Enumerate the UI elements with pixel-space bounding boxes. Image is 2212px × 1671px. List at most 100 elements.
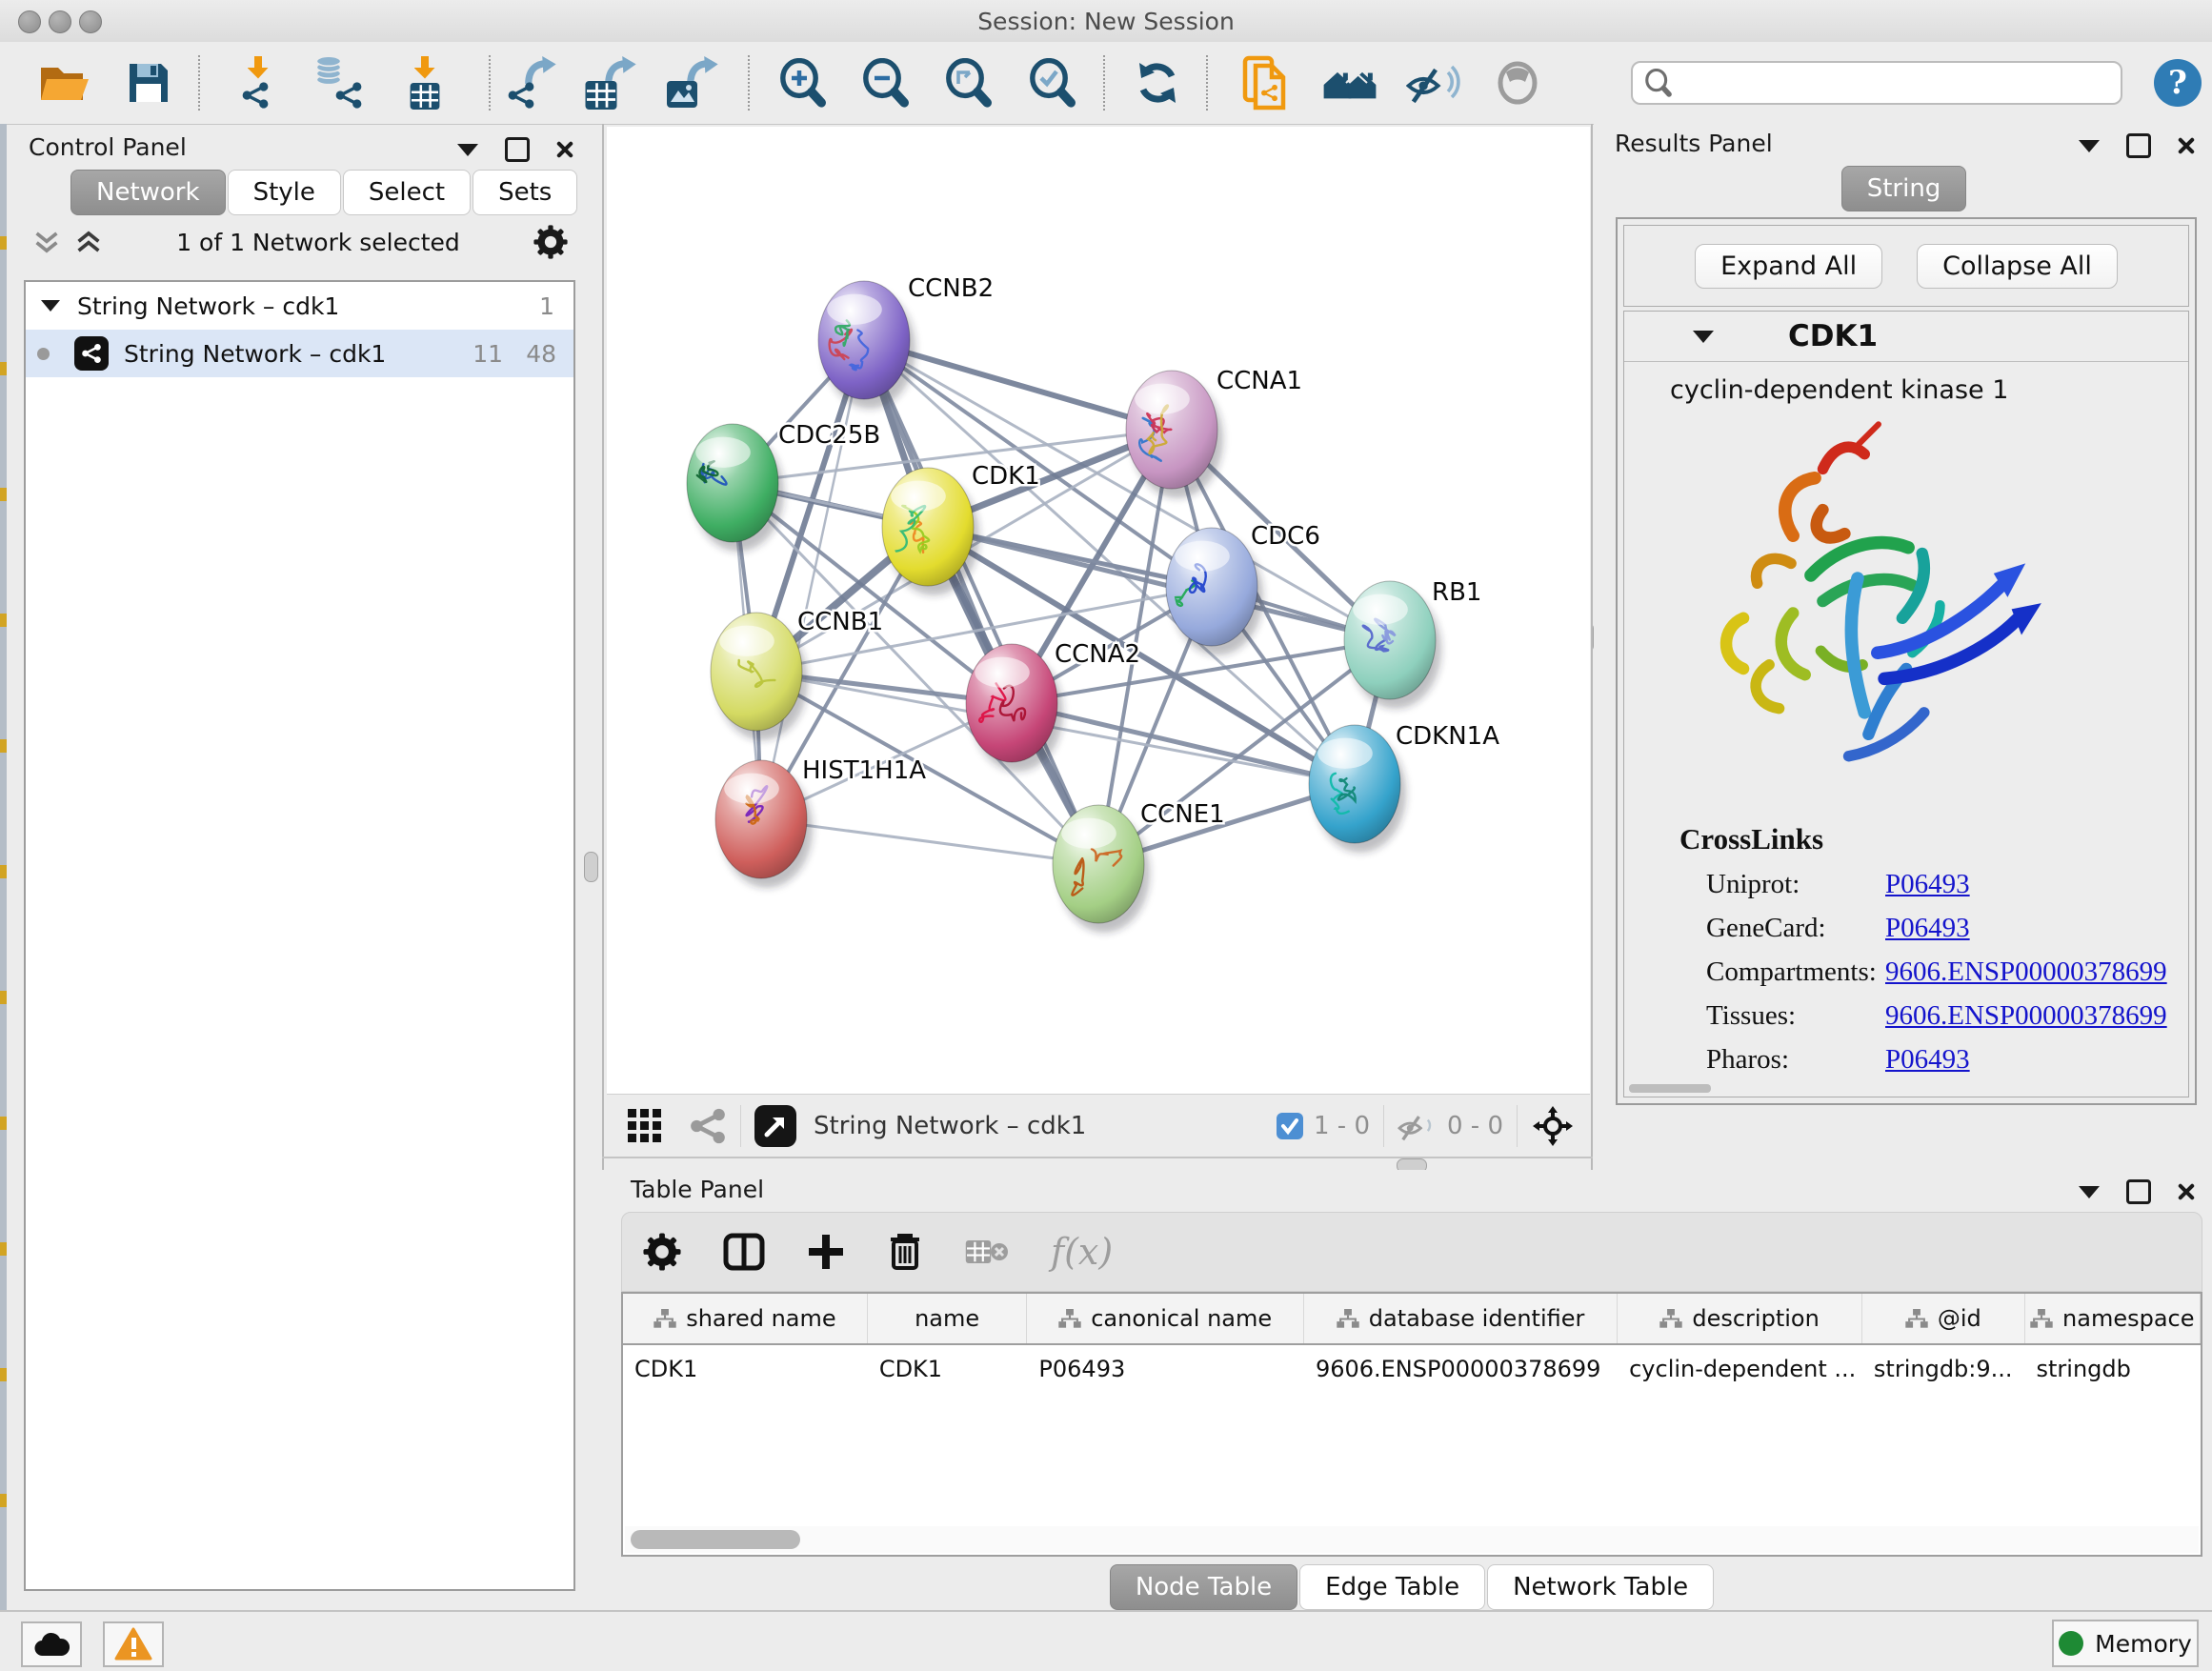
close-panel-icon[interactable] xyxy=(2178,137,2195,154)
network-node-HIST1H1A[interactable]: HIST1H1A xyxy=(715,756,926,888)
tab-network[interactable]: Network xyxy=(70,170,226,215)
collapse-panel-icon[interactable] xyxy=(2079,1186,2100,1198)
tab-string[interactable]: String xyxy=(1841,166,1967,211)
collection-expander-icon[interactable] xyxy=(41,300,60,312)
network-node-CCNB2[interactable]: CCNB2 xyxy=(818,274,994,409)
tab-edge-table[interactable]: Edge Table xyxy=(1299,1564,1485,1610)
crosslink-link[interactable]: P06493 xyxy=(1885,913,1970,944)
hidden-eye-slash-icon[interactable] xyxy=(1398,1109,1438,1143)
column-header-database-identifier[interactable]: database identifier xyxy=(1304,1294,1618,1343)
warning-status-button[interactable] xyxy=(103,1621,164,1667)
export-table-button[interactable] xyxy=(579,52,640,113)
export-image-button[interactable] xyxy=(661,52,722,113)
table-cell[interactable]: P06493 xyxy=(1027,1345,1304,1393)
expand-all-button[interactable]: Expand All xyxy=(1695,244,1882,289)
network-node-CDC25B[interactable]: CDC25B xyxy=(687,421,880,552)
results-scrollbar-handle[interactable] xyxy=(1629,1084,1711,1093)
column-header-@id[interactable]: @id xyxy=(1862,1294,2025,1343)
network-canvas[interactable]: CCNB2CCNA1CDC25BCDK1CDC6RB1CCNB1CCNA2CDK… xyxy=(607,127,1590,1094)
network-node-CCNA2[interactable]: CCNA2 xyxy=(966,640,1140,772)
tab-style[interactable]: Style xyxy=(228,170,341,215)
table-cell[interactable]: stringdb:9... xyxy=(1862,1345,2025,1393)
close-panel-icon[interactable] xyxy=(2178,1183,2195,1200)
export-network-button[interactable] xyxy=(501,52,562,113)
protein-header[interactable]: CDK1 xyxy=(1624,312,2188,362)
float-panel-icon[interactable] xyxy=(2126,1179,2151,1204)
show-hide-graphics-details-button[interactable] xyxy=(1403,52,1464,113)
table-horizontal-scrollbar[interactable] xyxy=(625,1526,2199,1553)
zoom-in-button[interactable] xyxy=(773,52,834,113)
network-node-CCNE1[interactable]: CCNE1 xyxy=(1053,800,1225,933)
network-node-CCNB1[interactable]: CCNB1 xyxy=(711,608,883,740)
selected-checkbox-icon[interactable] xyxy=(1276,1112,1304,1140)
network-collection-row[interactable]: String Network – cdk1 1 xyxy=(26,282,573,330)
column-header-shared-name[interactable]: shared name xyxy=(623,1294,868,1343)
column-header-name[interactable]: name xyxy=(868,1294,1028,1343)
zoom-out-button[interactable] xyxy=(855,52,916,113)
grid-view-icon[interactable] xyxy=(626,1107,664,1145)
collapse-all-icon[interactable] xyxy=(32,230,61,254)
gear-icon[interactable] xyxy=(533,225,568,259)
crosslink-link[interactable]: 9606.ENSP00000378699 xyxy=(1885,1000,2167,1032)
show-columns-icon[interactable] xyxy=(723,1233,765,1271)
import-table-from-file-button[interactable] xyxy=(394,52,455,113)
column-header-namespace[interactable]: namespace xyxy=(2025,1294,2201,1343)
zoom-selected-button[interactable] xyxy=(1022,52,1083,113)
birds-eye-view-icon[interactable] xyxy=(1531,1104,1575,1148)
divider-handle[interactable] xyxy=(584,852,598,882)
column-header-description[interactable]: description xyxy=(1618,1294,1862,1343)
table-cell[interactable]: CDK1 xyxy=(623,1345,868,1393)
function-builder-icon[interactable]: f(x) xyxy=(1051,1231,1113,1273)
cloud-status-button[interactable] xyxy=(21,1621,82,1667)
tab-network-table[interactable]: Network Table xyxy=(1487,1564,1714,1610)
column-header-canonical-name[interactable]: canonical name xyxy=(1027,1294,1304,1343)
network-node-CCNA1[interactable]: CCNA1 xyxy=(1126,367,1302,498)
network-node-RB1[interactable]: RB1 xyxy=(1344,578,1481,709)
collapse-all-button[interactable]: Collapse All xyxy=(1917,244,2118,289)
crosslink-link[interactable]: P06493 xyxy=(1885,869,1970,900)
crosslink-link[interactable]: P06493 xyxy=(1885,1044,1970,1076)
float-panel-icon[interactable] xyxy=(505,137,530,162)
delete-table-icon[interactable] xyxy=(965,1237,1009,1267)
table-cell[interactable]: cyclin-dependent ... xyxy=(1618,1345,1862,1393)
table-cell[interactable]: CDK1 xyxy=(868,1345,1028,1393)
zoom-fit-button[interactable] xyxy=(938,52,999,113)
table-cell[interactable]: 9606.ENSP00000378699 xyxy=(1304,1345,1618,1393)
crosslink-link[interactable]: 9606.ENSP00000378699 xyxy=(1885,956,2167,988)
memory-button[interactable]: Memory xyxy=(2052,1620,2199,1667)
table-row[interactable]: CDK1CDK1P064939606.ENSP00000378699cyclin… xyxy=(623,1345,2201,1393)
save-session-button[interactable] xyxy=(118,52,179,113)
refresh-view-button[interactable] xyxy=(1127,52,1188,113)
network-node-CDK1[interactable]: CDK1 xyxy=(882,462,1040,595)
open-in-window-button[interactable] xyxy=(754,1105,796,1147)
create-column-icon[interactable] xyxy=(807,1233,845,1271)
string-query-button[interactable] xyxy=(1320,52,1381,113)
tab-sets[interactable]: Sets xyxy=(473,170,577,215)
expand-all-icon[interactable] xyxy=(74,230,103,254)
close-panel-icon[interactable] xyxy=(556,141,573,158)
clone-network-button[interactable] xyxy=(1235,52,1296,113)
collapse-panel-icon[interactable] xyxy=(2079,140,2100,152)
show-hide-panel-button[interactable] xyxy=(1487,52,1548,113)
scrollbar-handle[interactable] xyxy=(631,1530,800,1549)
table-cell[interactable]: stringdb xyxy=(2025,1345,2201,1393)
search-input[interactable] xyxy=(1682,69,2121,97)
tab-select[interactable]: Select xyxy=(343,170,471,215)
panel-divider[interactable] xyxy=(602,124,604,1170)
network-node-CDKN1A[interactable]: CDKN1A xyxy=(1309,722,1499,853)
float-panel-icon[interactable] xyxy=(2126,133,2151,158)
protein-expander-icon[interactable] xyxy=(1693,331,1714,343)
network-view-icon[interactable] xyxy=(689,1107,727,1145)
help-button[interactable]: ? xyxy=(2147,52,2208,113)
tab-node-table[interactable]: Node Table xyxy=(1110,1564,1297,1610)
import-network-from-file-button[interactable] xyxy=(228,52,289,113)
open-session-button[interactable] xyxy=(33,52,94,113)
network-row[interactable]: String Network – cdk1 11 48 xyxy=(26,330,573,377)
horizontal-divider[interactable] xyxy=(602,1157,1593,1158)
collapse-panel-icon[interactable] xyxy=(457,144,478,156)
results-panel-header: Results Panel xyxy=(1594,124,2212,160)
import-network-from-database-button[interactable] xyxy=(308,52,369,113)
table-gear-icon[interactable] xyxy=(643,1233,681,1271)
search-box[interactable] xyxy=(1631,61,2122,105)
delete-column-icon[interactable] xyxy=(887,1232,923,1272)
